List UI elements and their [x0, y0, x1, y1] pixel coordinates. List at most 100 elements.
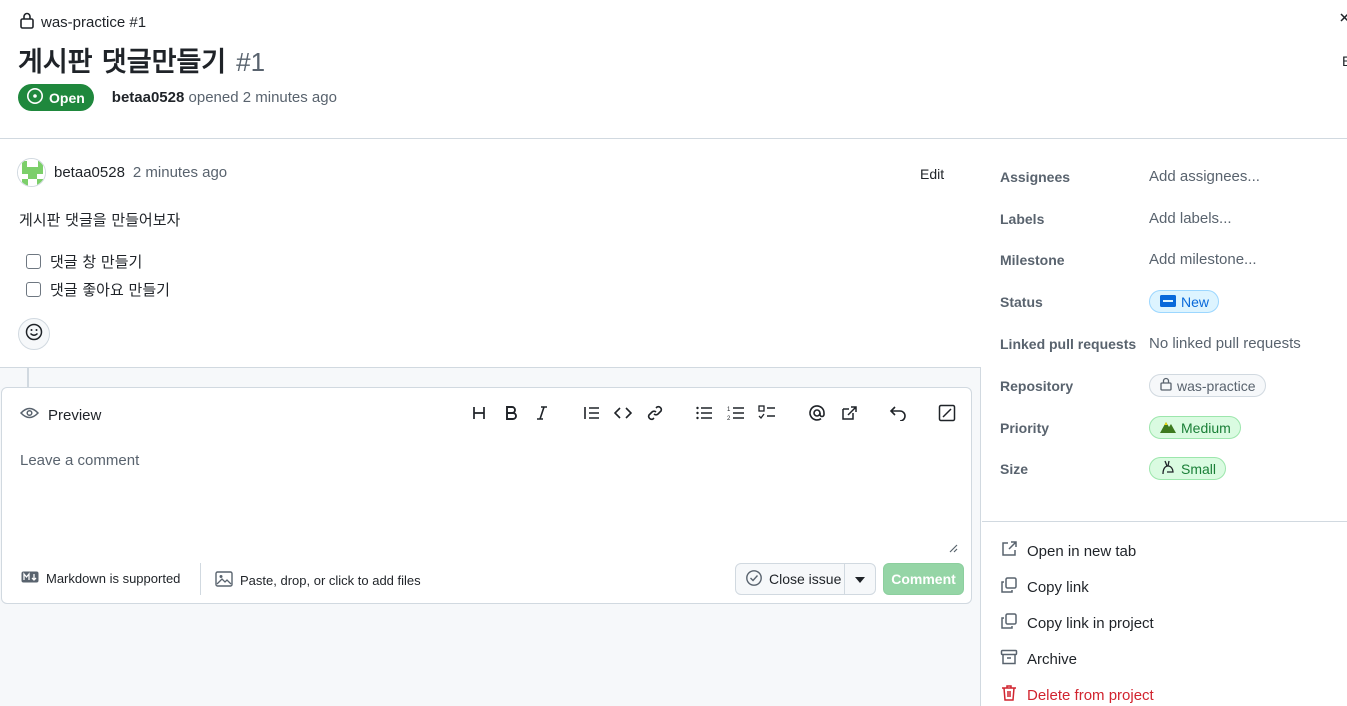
- mention-icon[interactable]: [806, 402, 828, 424]
- issue-header: was-practice #1 게시판 댓글만들기 #1 Open betaa0…: [0, 0, 1347, 139]
- field-label: Priority: [1000, 419, 1050, 436]
- field-label: Repository: [1000, 377, 1074, 394]
- italic-icon[interactable]: [531, 402, 553, 424]
- field-size: Size Small: [1000, 457, 1227, 480]
- close-options-dropdown[interactable]: [845, 564, 875, 594]
- labels-value[interactable]: Add labels...: [1149, 210, 1232, 227]
- copy-link-in-project-action[interactable]: Copy link in project: [1000, 612, 1154, 634]
- task-item[interactable]: 댓글 창 만들기: [26, 251, 142, 272]
- comment-author[interactable]: betaa0528: [54, 164, 125, 181]
- issue-body-text: 게시판 댓글을 만들어보자: [19, 211, 181, 229]
- close-issue-button[interactable]: Close issue: [736, 564, 845, 594]
- action-label: Copy link: [1027, 578, 1089, 596]
- close-issue-button-group: Close issue: [735, 563, 876, 595]
- archive-icon: [1000, 648, 1018, 670]
- quote-icon[interactable]: [581, 402, 603, 424]
- issue-closed-icon: [745, 569, 763, 590]
- size-value: Small: [1181, 460, 1217, 477]
- issue-opened-icon: [26, 87, 44, 108]
- action-label: Archive: [1027, 650, 1078, 668]
- task-checkbox[interactable]: [26, 254, 41, 269]
- priority-token[interactable]: Medium: [1149, 416, 1241, 439]
- issue-main-panel: betaa0528 2 minutes ago Edit 게시판 댓글을 만들어…: [0, 139, 981, 706]
- copy-link-action[interactable]: Copy link: [1000, 576, 1089, 598]
- task-item[interactable]: 댓글 좋아요 만들기: [26, 279, 170, 300]
- field-label: Labels: [1000, 210, 1045, 227]
- trash-icon: [1000, 684, 1018, 706]
- repo-reference-text: was-practice #1: [41, 13, 147, 31]
- edit-button[interactable]: Edit: [912, 164, 952, 184]
- field-repository: Repository was-practice: [1000, 374, 1266, 397]
- issue-sidebar: Assignees Add assignees... Labels Add la…: [982, 139, 1347, 706]
- status-token[interactable]: New: [1149, 290, 1220, 313]
- reference-icon[interactable]: [838, 402, 860, 424]
- open-in-new-tab-action[interactable]: Open in new tab: [1000, 540, 1136, 562]
- task-label: 댓글 좋아요 만들기: [50, 281, 170, 299]
- field-milestone: Milestone Add milestone...: [1000, 251, 1257, 268]
- unordered-list-icon[interactable]: [693, 402, 715, 424]
- mountain-icon: [1160, 420, 1176, 436]
- add-reaction-button[interactable]: [18, 318, 50, 350]
- comment-time[interactable]: 2 minutes ago: [133, 164, 227, 181]
- size-token[interactable]: Small: [1149, 457, 1227, 480]
- field-labels: Labels Add labels...: [1000, 210, 1232, 227]
- rabbit-icon: [1160, 460, 1176, 478]
- timeline-connector: [27, 368, 29, 387]
- open-state-badge: Open: [18, 84, 94, 111]
- new-badge-icon: [1160, 294, 1176, 310]
- markdown-hint-label: Markdown is supported: [46, 571, 181, 586]
- comment-composer: Preview 12 Leave a comment Markdown is s…: [1, 387, 972, 604]
- field-priority: Priority Medium: [1000, 416, 1241, 439]
- status-value: New: [1181, 293, 1210, 310]
- issue-body-header: betaa0528 2 minutes ago: [17, 158, 227, 187]
- field-label: Milestone: [1000, 251, 1065, 268]
- comment-button[interactable]: Comment: [883, 563, 964, 595]
- fullscreen-icon[interactable]: [936, 402, 958, 424]
- markdown-icon: [21, 571, 39, 586]
- eye-icon: [19, 406, 40, 424]
- action-label: Delete from project: [1027, 686, 1154, 704]
- avatar[interactable]: [17, 158, 46, 187]
- issue-meta: betaa0528 opened 2 minutes ago: [112, 89, 337, 106]
- issue-body-card: betaa0528 2 minutes ago Edit 게시판 댓글을 만들어…: [0, 139, 981, 368]
- issue-title: 게시판 댓글만들기: [18, 47, 227, 78]
- ordered-list-icon[interactable]: 12: [725, 402, 747, 424]
- bold-icon[interactable]: [500, 402, 522, 424]
- svg-text:2: 2: [727, 416, 731, 421]
- resize-handle-icon[interactable]: [948, 540, 958, 558]
- issue-opened-text: opened 2 minutes ago: [188, 89, 337, 106]
- undo-icon[interactable]: [887, 402, 909, 424]
- issue-author-link[interactable]: betaa0528: [112, 89, 185, 106]
- open-state-label: Open: [49, 89, 85, 106]
- delete-from-project-action[interactable]: Delete from project: [1000, 684, 1154, 706]
- lock-icon: [1160, 377, 1172, 394]
- preview-tab[interactable]: Preview: [19, 406, 102, 424]
- edge-letter: E: [1342, 53, 1347, 69]
- issue-state-line: Open betaa0528 opened 2 minutes ago: [18, 84, 337, 111]
- issue-title-line: 게시판 댓글만들기 #1: [18, 40, 265, 79]
- close-issue-label: Close issue: [769, 571, 842, 587]
- link-icon[interactable]: [644, 402, 666, 424]
- repository-token[interactable]: was-practice: [1149, 374, 1266, 397]
- preview-label: Preview: [48, 406, 102, 424]
- task-list-icon[interactable]: [756, 402, 778, 424]
- action-label: Copy link in project: [1027, 614, 1154, 632]
- pin-icon[interactable]: [1339, 12, 1347, 31]
- attach-hint-label: Paste, drop, or click to add files: [240, 573, 421, 588]
- markdown-hint[interactable]: Markdown is supported: [21, 571, 180, 586]
- field-label: Status: [1000, 293, 1043, 310]
- svg-text:1: 1: [727, 407, 731, 413]
- task-checkbox[interactable]: [26, 282, 41, 297]
- archive-action[interactable]: Archive: [1000, 648, 1077, 670]
- milestone-value[interactable]: Add milestone...: [1149, 251, 1257, 268]
- attach-files-button[interactable]: Paste, drop, or click to add files: [215, 571, 421, 590]
- code-icon[interactable]: [612, 402, 634, 424]
- footer-divider: [200, 563, 201, 595]
- heading-icon[interactable]: [468, 402, 490, 424]
- comment-textarea[interactable]: Leave a comment: [20, 452, 139, 469]
- repo-reference[interactable]: was-practice #1: [19, 11, 146, 33]
- copy-icon: [1000, 612, 1018, 634]
- assignees-value[interactable]: Add assignees...: [1149, 168, 1260, 185]
- field-status: Status New: [1000, 290, 1220, 313]
- smiley-icon: [25, 323, 43, 346]
